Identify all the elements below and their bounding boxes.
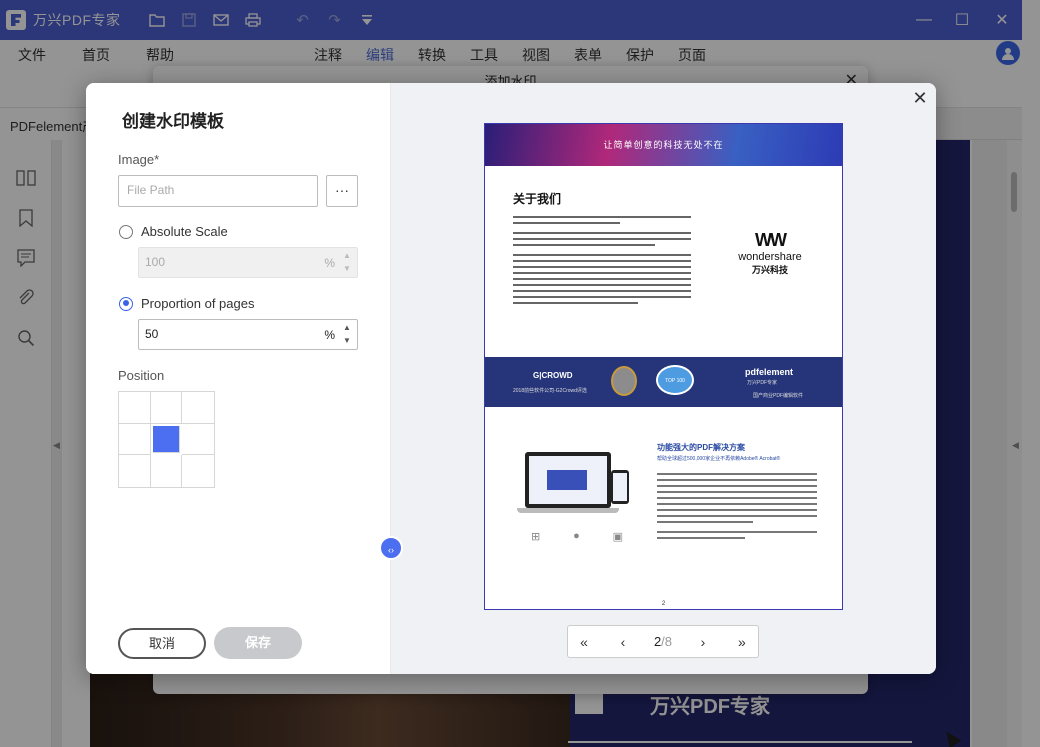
chevron-up-icon: ▲ [343,251,351,260]
position-bottom-left[interactable] [119,455,151,487]
prev-page-button[interactable]: ‹ [615,634,631,650]
save-button[interactable]: 保存 [214,627,302,659]
wondershare-cn-name: 万兴科技 [751,265,788,275]
position-top-center[interactable] [150,392,183,424]
preview-section-text [657,473,817,543]
position-middle-left[interactable] [119,423,151,456]
absolute-scale-option[interactable]: Absolute Scale [119,224,228,239]
position-bottom-center[interactable] [151,455,183,487]
preview-panel: 让简单创意的科技无处不在 关于我们 WW wondershare 万兴科技 G|… [391,83,936,674]
absolute-scale-unit: % [324,256,335,270]
proportion-label: Proportion of pages [141,296,255,311]
absolute-scale-value: 100 [145,255,166,269]
award-badge-icon [611,366,637,396]
last-page-button[interactable]: » [734,634,750,650]
top100-badge: TOP 100 [656,365,694,395]
android-icon: ▣ [612,531,623,543]
stepper-arrows: ▲ ▼ [341,249,353,275]
g2crowd-caption: 2018前些软件公司-G2Crowd评选 [513,388,587,394]
wondershare-logo: WW wondershare 万兴科技 [725,230,815,276]
preview-text-block [513,216,691,308]
g2crowd-logo: G|CROWD [533,371,573,380]
proportion-radio[interactable] [119,296,133,311]
laptop-illustration [517,452,619,516]
preview-section-subheading: 帮助全球超过500,000家企业不再依赖Adobe® Acrobat® [657,456,781,462]
absolute-scale-stepper: 100 % ▲ ▼ [138,247,358,278]
stepper-arrows[interactable]: ▲ ▼ [341,321,353,347]
pdfelement-subtitle: 万兴PDF专家 [747,380,778,386]
position-center[interactable] [152,425,181,454]
chevron-up-icon: ▲ [343,323,351,332]
pdfelement-caption: 国产商业PDF编辑软件 [753,393,804,399]
image-label: Image* [118,152,160,167]
apple-icon: ● [573,530,580,542]
total-pages: /8 [661,634,673,649]
position-top-right[interactable] [182,392,214,424]
settings-panel: 创建水印模板 Image* File Path ··· Absolute Sca… [86,83,391,674]
page-indicator[interactable]: 2/8 [654,634,672,649]
chevron-down-icon: ▼ [343,264,351,273]
preview-section-heading: 功能强大的PDF解决方案 [657,443,745,452]
preview-heading: 关于我们 [513,192,562,206]
panel-resize-toggle-icon[interactable]: ‹› [379,536,403,560]
page-navigator: « ‹ 2/8 › » [567,625,759,658]
position-label: Position [118,368,165,383]
position-bottom-right[interactable] [182,455,214,487]
dialog-close-icon[interactable]: ✕ [911,89,929,107]
phone-illustration [611,470,629,504]
browse-button[interactable]: ··· [326,175,358,207]
cancel-button[interactable]: 取消 [118,628,206,659]
wondershare-mark-icon: WW [755,230,787,250]
position-grid [118,391,215,488]
first-page-button[interactable]: « [576,634,592,650]
file-path-input[interactable]: File Path [118,175,318,207]
proportion-unit: % [324,328,335,342]
preview-page: 让简单创意的科技无处不在 关于我们 WW wondershare 万兴科技 G|… [484,123,843,610]
next-page-button[interactable]: › [695,634,711,650]
dialog-title: 创建水印模板 [122,112,224,131]
chevron-down-icon: ▼ [343,336,351,345]
preview-banner-text: 让简单创意的科技无处不在 [603,140,724,150]
preview-page-number: 2 [661,601,666,607]
position-top-left[interactable] [119,392,151,424]
position-middle-right[interactable] [182,424,214,456]
wondershare-name: wondershare [738,251,802,263]
preview-banner: 让简单创意的科技无处不在 [485,124,842,166]
absolute-scale-radio[interactable] [119,224,133,239]
absolute-scale-label: Absolute Scale [141,224,228,239]
platform-icons: ⊞ ● ▣ [531,530,623,543]
create-watermark-template-dialog: 创建水印模板 Image* File Path ··· Absolute Sca… [86,83,936,674]
awards-band: G|CROWD 2018前些软件公司-G2Crowd评选 TOP 100 pdf… [485,357,842,407]
windows-icon: ⊞ [531,531,541,543]
pdfelement-logo: pdfelement [745,367,794,377]
proportion-stepper[interactable]: 50 % ▲ ▼ [138,319,358,350]
proportion-option[interactable]: Proportion of pages [119,296,254,311]
proportion-value[interactable]: 50 [145,327,158,341]
